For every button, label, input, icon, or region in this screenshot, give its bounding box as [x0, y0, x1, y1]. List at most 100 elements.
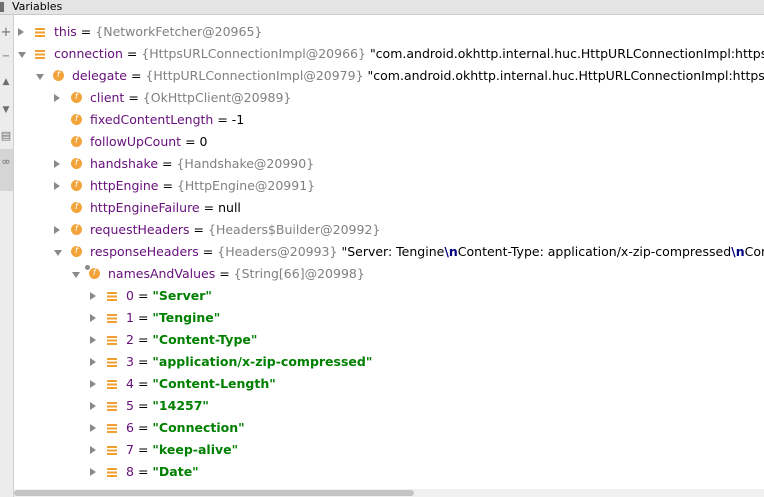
string-value: "Server"	[152, 288, 212, 303]
tree-row[interactable]: httpEngineFailure = null	[14, 197, 764, 219]
tree-row[interactable]: connection = {HttpsURLConnectionImpl@209…	[14, 43, 764, 65]
variable-label: client = {OkHttpClient@20989}	[90, 87, 291, 109]
collapse-arrow-icon[interactable]	[90, 314, 96, 322]
equals-sign: =	[203, 200, 215, 215]
equals-sign: =	[137, 288, 149, 303]
variable-label: 8 = "Date"	[126, 461, 199, 483]
variable-label: 2 = "Content-Type"	[126, 329, 257, 351]
variable-name: 0	[126, 288, 134, 303]
object-reference: {HttpsURLConnectionImpl@20966}	[141, 46, 366, 61]
string-value: "Tengine"	[152, 310, 221, 325]
key-badge-icon	[85, 265, 90, 270]
object-reference: {Handshake@20990}	[176, 156, 315, 171]
tree-row[interactable]: this = {NetworkFetcher@20965}	[14, 21, 764, 43]
up-icon[interactable]: ▲	[0, 75, 12, 89]
expand-arrow-icon[interactable]	[54, 250, 62, 256]
object-reference: {Headers$Builder@20992}	[208, 222, 381, 237]
array-element-icon	[107, 336, 117, 345]
variable-name: namesAndValues	[108, 266, 216, 281]
copy-icon[interactable]: ▤	[0, 129, 12, 143]
equals-sign: =	[137, 442, 149, 457]
equals-sign: =	[193, 222, 205, 237]
tree-row[interactable]: 0 = "Server"	[14, 285, 764, 307]
variable-name: responseHeaders	[90, 244, 199, 259]
equals-sign: =	[130, 68, 142, 83]
variable-label: handshake = {Handshake@20990}	[90, 153, 314, 175]
array-element-icon	[107, 424, 117, 433]
variable-label: httpEngine = {HttpEngine@20991}	[90, 175, 315, 197]
collapse-arrow-icon[interactable]	[90, 402, 96, 410]
collapse-arrow-icon[interactable]	[90, 380, 96, 388]
tree-row[interactable]: requestHeaders = {Headers$Builder@20992}	[14, 219, 764, 241]
expand-arrow-icon[interactable]	[36, 74, 44, 80]
equals-sign: =	[162, 178, 173, 193]
tree-row[interactable]: 7 = "keep-alive"	[14, 439, 764, 461]
variable-name: 3	[126, 354, 134, 369]
collapse-arrow-icon[interactable]	[90, 358, 96, 366]
tree-row[interactable]: 2 = "Content-Type"	[14, 329, 764, 351]
scrollbar-thumb[interactable]	[14, 490, 414, 496]
panel-header: Variables	[0, 0, 764, 15]
variables-tree[interactable]: this = {NetworkFetcher@20965} connection …	[14, 21, 764, 491]
string-value: "application/x-zip-compressed"	[152, 354, 373, 369]
expand-arrow-icon[interactable]	[72, 272, 80, 278]
collapse-arrow-icon[interactable]	[54, 160, 60, 168]
variable-name: requestHeaders	[90, 222, 190, 237]
tree-row[interactable]: handshake = {Handshake@20990}	[14, 153, 764, 175]
glasses-icon[interactable]: ∞	[0, 155, 12, 169]
variable-label: this = {NetworkFetcher@20965}	[54, 21, 262, 43]
tree-row[interactable]: 6 = "Connection"	[14, 417, 764, 439]
array-element-icon	[107, 446, 117, 455]
collapse-arrow-icon[interactable]	[90, 292, 96, 300]
collapse-arrow-icon[interactable]	[18, 28, 24, 36]
equals-sign: =	[128, 90, 139, 105]
variable-label: 4 = "Content-Length"	[126, 373, 276, 395]
down-icon[interactable]: ▼	[0, 103, 12, 117]
collapse-arrow-icon[interactable]	[54, 182, 60, 190]
collapse-arrow-icon[interactable]	[90, 468, 96, 476]
variable-value: null	[218, 200, 241, 215]
expand-arrow-icon[interactable]	[18, 52, 26, 58]
collapse-arrow-icon[interactable]	[90, 336, 96, 344]
tree-row[interactable]: namesAndValues = {String[66]@20998}	[14, 263, 764, 285]
variable-label: connection = {HttpsURLConnectionImpl@209…	[54, 43, 764, 65]
equals-sign: =	[137, 354, 149, 369]
escape-sequence: \n	[444, 244, 458, 259]
variable-value: Conte	[744, 244, 764, 259]
variable-value: "Server: Tengine	[341, 244, 445, 259]
variable-value: -1	[231, 112, 245, 127]
collapse-arrow-icon[interactable]	[90, 424, 96, 432]
variable-label: fixedContentLength = -1	[90, 109, 244, 131]
tree-row[interactable]: fixedContentLength = -1	[14, 109, 764, 131]
collapse-arrow-icon[interactable]	[90, 446, 96, 454]
collapse-arrow-icon[interactable]	[54, 94, 60, 102]
add-watch-icon[interactable]: +	[0, 26, 12, 40]
escape-sequence: \n	[731, 244, 745, 259]
tree-row[interactable]: httpEngine = {HttpEngine@20991}	[14, 175, 764, 197]
field-icon	[71, 112, 82, 126]
variable-name: this	[54, 24, 77, 39]
variable-name: 2	[126, 332, 134, 347]
object-reference: {OkHttpClient@20989}	[142, 90, 292, 105]
string-value: "Connection"	[152, 420, 245, 435]
horizontal-scrollbar[interactable]	[14, 489, 764, 497]
tree-row[interactable]: followUpCount = 0	[14, 131, 764, 153]
collapse-icon[interactable]: −	[0, 50, 12, 64]
variable-label: namesAndValues = {String[66]@20998}	[108, 263, 365, 285]
tree-row[interactable]: responseHeaders = {Headers@20993} "Serve…	[14, 241, 764, 263]
tree-row[interactable]: delegate = {HttpURLConnectionImpl@20979}…	[14, 65, 764, 87]
field-icon	[71, 156, 82, 170]
equals-sign: =	[137, 464, 149, 479]
collapse-arrow-icon[interactable]	[54, 226, 60, 234]
array-element-icon	[35, 50, 45, 59]
equals-sign: =	[137, 310, 149, 325]
array-element-icon	[107, 380, 117, 389]
variable-name: handshake	[90, 156, 159, 171]
tree-row[interactable]: 4 = "Content-Length"	[14, 373, 764, 395]
tree-row[interactable]: client = {OkHttpClient@20989}	[14, 87, 764, 109]
tree-row[interactable]: 5 = "14257"	[14, 395, 764, 417]
tree-row[interactable]: 8 = "Date"	[14, 461, 764, 483]
tree-row[interactable]: 1 = "Tengine"	[14, 307, 764, 329]
tree-row[interactable]: 3 = "application/x-zip-compressed"	[14, 351, 764, 373]
field-icon	[71, 178, 82, 192]
